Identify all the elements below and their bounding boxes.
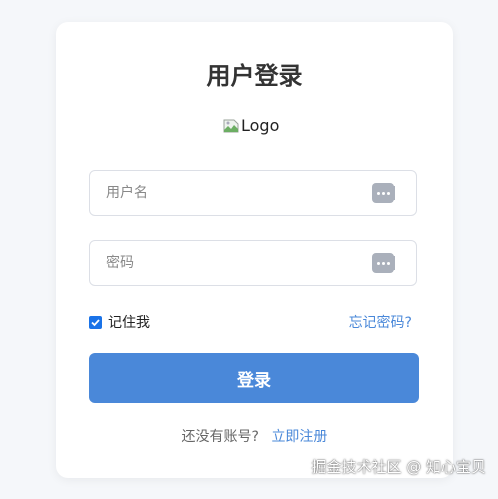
username-input[interactable]	[106, 171, 366, 215]
logo: Logo	[223, 115, 279, 135]
remember-me[interactable]: 记住我	[89, 312, 150, 332]
remember-checkbox[interactable]	[89, 315, 102, 329]
forgot-password-link[interactable]: 忘记密码?	[349, 312, 412, 332]
register-prompt: 还没有账号?	[181, 429, 259, 445]
password-field[interactable]	[89, 240, 417, 286]
broken-image-icon	[223, 118, 239, 133]
login-card: 用户登录 Logo 记住我 忘记密码? 登录 还没有账号? 立即注册	[56, 22, 453, 478]
login-button[interactable]: 登录	[89, 353, 419, 403]
watermark: 掘金技术社区 @ 知心宝贝	[311, 458, 486, 476]
register-row: 还没有账号? 立即注册	[56, 426, 453, 446]
password-manager-key-icon[interactable]	[372, 253, 395, 273]
checkmark-icon	[91, 318, 100, 326]
register-link[interactable]: 立即注册	[271, 429, 327, 445]
password-manager-key-icon[interactable]	[372, 183, 395, 203]
username-field[interactable]	[89, 170, 417, 216]
logo-alt-text: Logo	[241, 115, 280, 135]
password-input[interactable]	[106, 241, 366, 285]
remember-label: 记住我	[108, 315, 150, 331]
page-title: 用户登录	[206, 62, 303, 90]
